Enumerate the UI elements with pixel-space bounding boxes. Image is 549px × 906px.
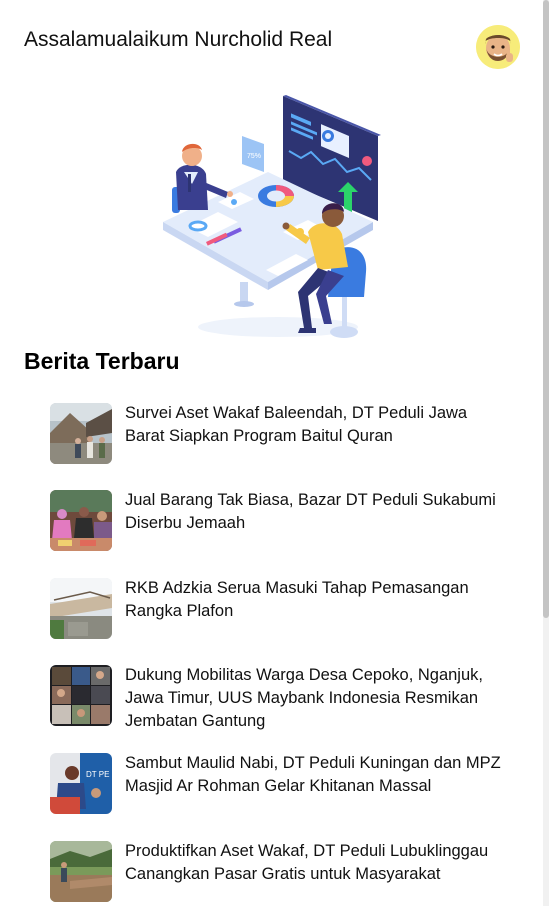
news-photo-icon: DT PE [50, 753, 112, 814]
news-title: Dukung Mobilitas Warga Desa Cepoko, Ngan… [125, 666, 483, 730]
news-photo-icon [50, 665, 112, 726]
news-title: Produktifkan Aset Wakaf, DT Peduli Lubuk… [125, 842, 489, 883]
avatar[interactable] [476, 25, 520, 69]
news-thumbnail [50, 403, 112, 464]
news-item[interactable]: Jual Barang Tak Biasa, Bazar DT Peduli S… [50, 487, 520, 567]
news-title: Sambut Maulid Nabi, DT Peduli Kuningan d… [125, 754, 501, 795]
news-item[interactable]: Dukung Mobilitas Warga Desa Cepoko, Ngan… [50, 662, 520, 742]
news-thumbnail [50, 665, 112, 726]
news-photo-icon [50, 578, 112, 639]
memoji-avatar-icon [476, 25, 520, 69]
svg-text:DT PE: DT PE [86, 770, 109, 779]
news-item[interactable]: Produktifkan Aset Wakaf, DT Peduli Lubuk… [50, 838, 520, 906]
section-title-berita: Berita Terbaru [24, 348, 180, 374]
news-thumbnail [50, 490, 112, 551]
news-item[interactable]: RKB Adzkia Serua Masuki Tahap Pemasangan… [50, 575, 520, 655]
news-thumbnail [50, 578, 112, 639]
news-photo-icon [50, 403, 112, 464]
news-photo-icon [50, 490, 112, 551]
hero-illustration: 75% [158, 92, 388, 344]
svg-text:75%: 75% [247, 153, 261, 160]
home-screen: Assalamualaikum Nurcholid Real 75% Berit… [0, 0, 549, 906]
news-title: Survei Aset Wakaf Baleendah, DT Peduli J… [125, 404, 468, 445]
scrollbar[interactable] [543, 0, 549, 906]
news-title: Jual Barang Tak Biasa, Bazar DT Peduli S… [125, 491, 496, 532]
news-photo-icon [50, 841, 112, 902]
news-thumbnail: DT PE [50, 753, 112, 814]
scrollbar-thumb[interactable] [543, 0, 549, 618]
app-header: Assalamualaikum Nurcholid Real [0, 0, 543, 84]
news-item[interactable]: Survei Aset Wakaf Baleendah, DT Peduli J… [50, 400, 520, 480]
greeting-text: Assalamualaikum Nurcholid Real [24, 28, 333, 51]
news-title: RKB Adzkia Serua Masuki Tahap Pemasangan… [125, 579, 469, 620]
news-thumbnail [50, 841, 112, 902]
news-item[interactable]: DT PE Sambut Maulid Nabi, DT Peduli Kuni… [50, 750, 520, 830]
business-analytics-illustration: 75% [163, 95, 381, 338]
